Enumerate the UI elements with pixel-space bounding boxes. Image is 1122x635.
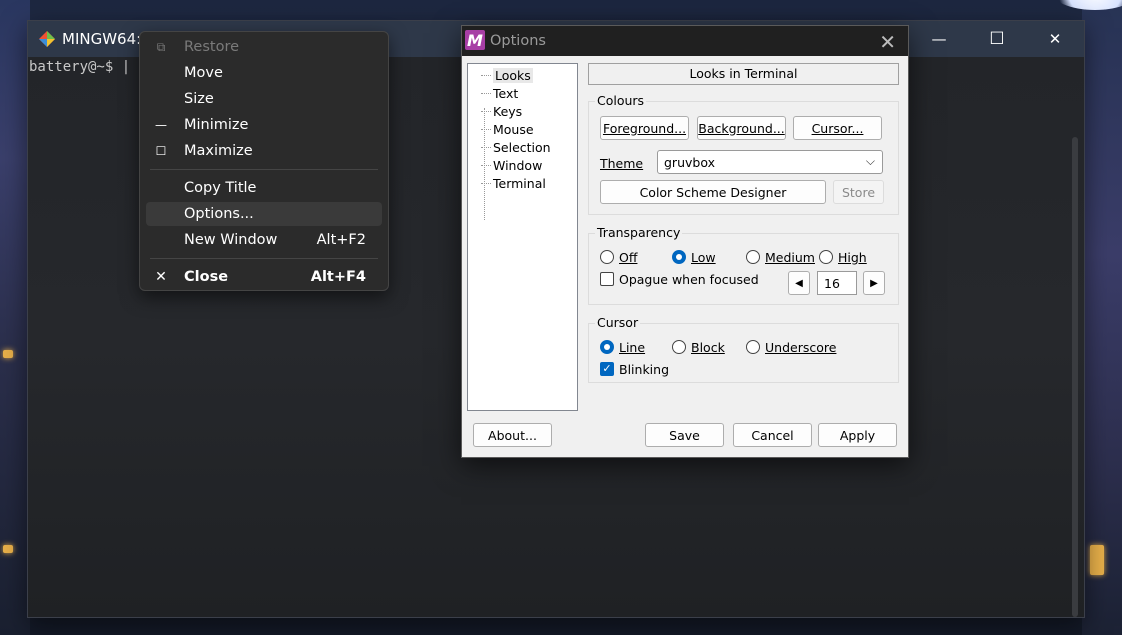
panel-header: Looks in Terminal xyxy=(588,63,899,85)
menu-item-label: Size xyxy=(184,91,214,107)
store-button[interactable]: Store xyxy=(833,180,884,204)
menu-item-restore[interactable]: ⧉ Restore xyxy=(146,35,382,59)
dialog-title: Options xyxy=(490,33,546,49)
menu-item-label: Restore xyxy=(184,39,240,55)
options-category-tree: Looks Text Keys Mouse Selection Window T… xyxy=(467,63,578,411)
theme-value: gruvbox xyxy=(664,154,715,170)
cursor-line-label: Line xyxy=(619,340,646,355)
menu-shortcut: Alt+F4 xyxy=(310,269,366,285)
blinking-checkbox[interactable]: ✓ xyxy=(600,362,614,376)
terminal-scrollbar[interactable] xyxy=(1072,137,1078,617)
transparency-medium-radio[interactable] xyxy=(746,250,760,264)
chevron-down-icon: ⌵ xyxy=(865,154,875,168)
mintty-icon: M xyxy=(465,30,485,50)
git-bash-icon[interactable] xyxy=(38,30,56,48)
cursor-underscore-radio[interactable] xyxy=(746,340,760,354)
opaque-when-focused-checkbox[interactable] xyxy=(600,272,614,286)
menu-item-label: Close xyxy=(184,269,229,285)
wallpaper-left xyxy=(0,0,30,635)
background-button[interactable]: Background... xyxy=(697,116,786,140)
colours-label: Colours xyxy=(595,93,647,108)
transparency-high-radio[interactable] xyxy=(819,250,833,264)
cursor-colour-button[interactable]: Cursor... xyxy=(793,116,882,140)
menu-item-label: Copy Title xyxy=(184,180,257,196)
menu-item-copy-title[interactable]: Copy Title xyxy=(146,176,382,200)
lantern-decoration xyxy=(3,545,13,553)
lantern-decoration xyxy=(1090,545,1104,575)
transparency-label: Transparency xyxy=(595,225,683,240)
tree-item-text[interactable]: Text xyxy=(481,85,518,102)
tree-item-keys[interactable]: Keys xyxy=(481,103,522,120)
menu-item-label: Maximize xyxy=(184,143,253,159)
restore-icon: ⧉ xyxy=(156,39,166,54)
minimize-icon: — xyxy=(931,30,947,48)
transparency-level-input[interactable]: 16 xyxy=(817,271,857,295)
minimize-button[interactable]: — xyxy=(910,21,968,57)
menu-separator xyxy=(150,169,378,170)
tree-item-window[interactable]: Window xyxy=(481,157,542,174)
menu-item-label: Move xyxy=(184,65,223,81)
tree-item-mouse[interactable]: Mouse xyxy=(481,121,534,138)
menu-item-size[interactable]: Size xyxy=(146,87,382,111)
cursor-label: Cursor xyxy=(595,315,641,330)
system-context-menu: ⧉ Restore Move Size — Minimize ☐ Maximiz… xyxy=(139,31,389,291)
menu-item-minimize[interactable]: — Minimize xyxy=(146,113,382,137)
minimize-icon: — xyxy=(155,118,167,132)
menu-item-maximize[interactable]: ☐ Maximize xyxy=(146,139,382,163)
menu-item-options[interactable]: Options... xyxy=(146,202,382,226)
cancel-button[interactable]: Cancel xyxy=(733,423,812,447)
menu-item-new-window[interactable]: New Window Alt+F2 xyxy=(146,228,382,252)
cursor-underscore-label: Underscore xyxy=(765,340,837,355)
lantern-decoration xyxy=(3,350,13,358)
close-icon: ✕ xyxy=(155,269,167,285)
terminal-title: MINGW64:/ xyxy=(62,30,147,48)
transparency-low-radio[interactable] xyxy=(672,250,686,264)
maximize-button[interactable]: ☐ xyxy=(968,21,1026,57)
transparency-off-radio[interactable] xyxy=(600,250,614,264)
menu-shortcut: Alt+F2 xyxy=(316,232,366,248)
menu-item-label: Minimize xyxy=(184,117,249,133)
moon-decoration xyxy=(1050,0,1122,10)
transparency-off-label: Off xyxy=(619,250,638,265)
cursor-block-radio[interactable] xyxy=(672,340,686,354)
dialog-titlebar[interactable]: M Options ✕ xyxy=(462,26,908,56)
dialog-close-button[interactable]: ✕ xyxy=(879,30,896,54)
menu-item-move[interactable]: Move xyxy=(146,61,382,85)
transparency-medium-label: Medium xyxy=(765,250,815,265)
wallpaper-right xyxy=(1082,0,1122,635)
cursor-line-radio[interactable] xyxy=(600,340,614,354)
tree-item-terminal[interactable]: Terminal xyxy=(481,175,546,192)
apply-button[interactable]: Apply xyxy=(818,423,897,447)
color-scheme-designer-button[interactable]: Color Scheme Designer xyxy=(600,180,826,204)
theme-select[interactable]: gruvbox ⌵ xyxy=(657,150,883,174)
blinking-label: Blinking xyxy=(619,362,670,377)
arrow-right-icon: ▶ xyxy=(870,277,878,289)
arrow-left-icon: ◀ xyxy=(795,277,803,289)
transparency-decrement-button[interactable]: ◀ xyxy=(788,271,810,295)
close-window-button[interactable]: ✕ xyxy=(1026,21,1084,57)
menu-separator xyxy=(150,258,378,259)
transparency-high-label: High xyxy=(838,250,867,265)
transparency-low-label: Low xyxy=(691,250,716,265)
about-button[interactable]: About... xyxy=(473,423,552,447)
theme-label: Theme xyxy=(600,156,644,171)
menu-item-label: Options... xyxy=(184,206,254,222)
check-icon: ✓ xyxy=(602,362,612,375)
maximize-icon: ☐ xyxy=(155,144,167,158)
options-dialog: M Options ✕ Looks Text Keys Mouse Select… xyxy=(461,25,909,458)
transparency-increment-button[interactable]: ▶ xyxy=(863,271,885,295)
close-icon: ✕ xyxy=(1048,30,1062,48)
cursor-block-label: Block xyxy=(691,340,725,355)
foreground-button[interactable]: Foreground... xyxy=(600,116,689,140)
menu-item-close[interactable]: ✕ Close Alt+F4 xyxy=(146,265,382,289)
save-button[interactable]: Save xyxy=(645,423,724,447)
opaque-when-focused-label: Opague when focused xyxy=(619,272,759,287)
shell-prompt: battery@~$ | xyxy=(29,59,131,75)
tree-item-selection[interactable]: Selection xyxy=(481,139,551,156)
menu-item-label: New Window xyxy=(184,232,278,248)
tree-item-looks[interactable]: Looks xyxy=(481,67,533,84)
maximize-icon: ☐ xyxy=(989,29,1005,49)
